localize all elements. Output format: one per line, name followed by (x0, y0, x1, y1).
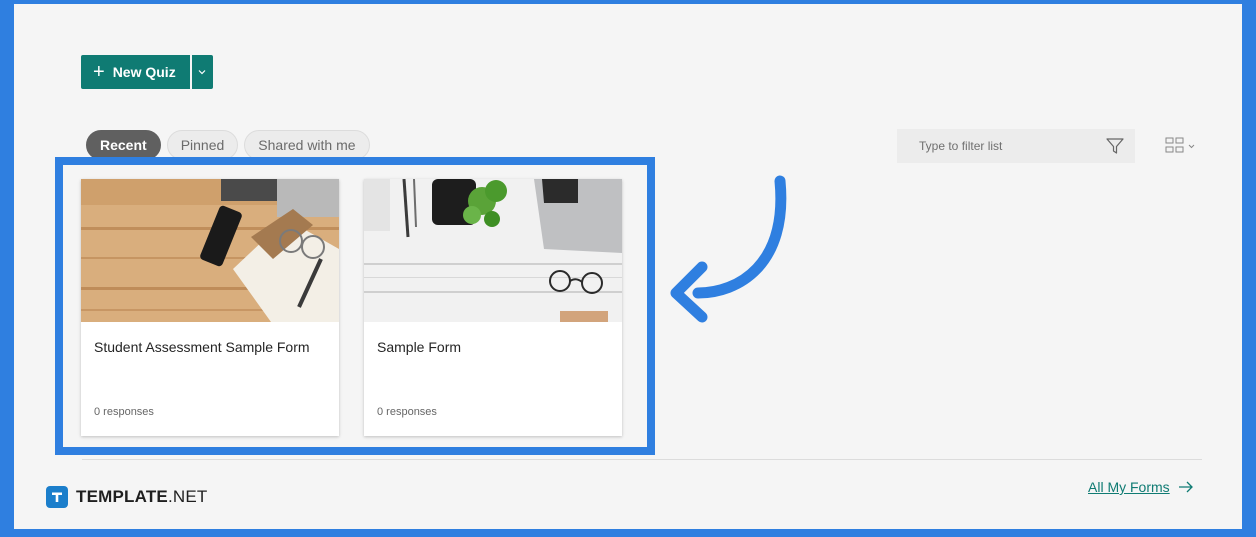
form-title: Student Assessment Sample Form (94, 339, 310, 355)
section-divider (82, 459, 1202, 460)
template-net-logo: TEMPLATE.NET (46, 486, 207, 508)
new-quiz-split-button: + New Quiz (81, 55, 213, 89)
new-quiz-dropdown-button[interactable] (191, 55, 213, 89)
annotation-arrow-icon (670, 175, 787, 323)
new-quiz-button[interactable]: + New Quiz (81, 55, 190, 89)
template-logo-icon (46, 486, 68, 508)
form-card[interactable]: Sample Form 0 responses (364, 179, 622, 436)
form-title: Sample Form (377, 339, 462, 355)
form-card[interactable]: Student Assessment Sample Form 0 respons… (81, 179, 339, 436)
desk-photo-thumbnail (364, 179, 622, 322)
plus-icon: + (93, 61, 105, 83)
tab-shared-with-me[interactable]: Shared with me (244, 130, 370, 160)
response-count: 0 responses (94, 406, 154, 418)
logo-main-text: TEMPLATE (76, 487, 168, 506)
filter-box (897, 129, 1135, 163)
arrow-right-icon (1178, 481, 1193, 493)
desk-photo-thumbnail (81, 179, 339, 322)
filter-input[interactable] (917, 138, 1105, 154)
chevron-down-icon (198, 70, 206, 75)
filter-icon[interactable] (1105, 136, 1125, 156)
new-quiz-label: New Quiz (112, 64, 176, 80)
chevron-down-icon (1188, 144, 1195, 148)
tab-recent[interactable]: Recent (86, 130, 161, 160)
grid-view-icon (1165, 137, 1184, 153)
response-count: 0 responses (377, 406, 437, 418)
tab-pinned[interactable]: Pinned (166, 130, 239, 160)
all-my-forms-link[interactable]: All My Forms (1088, 479, 1194, 495)
logo-wordmark: TEMPLATE.NET (76, 487, 207, 507)
view-toggle-button[interactable] (1165, 137, 1195, 155)
logo-suffix-text: .NET (167, 487, 208, 506)
all-my-forms-label: All My Forms (1088, 479, 1170, 495)
view-tabs: Recent Pinned Shared with me (86, 130, 370, 160)
